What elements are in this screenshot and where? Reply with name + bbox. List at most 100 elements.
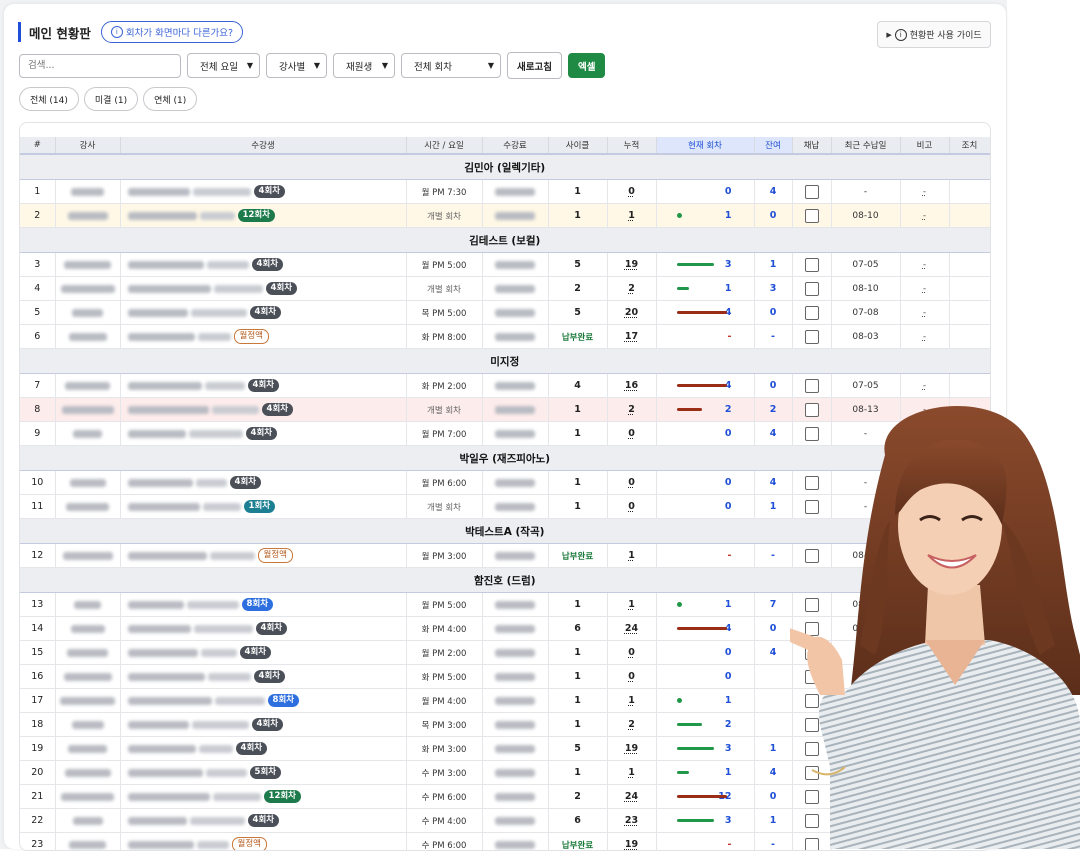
help-pill-button[interactable]: i 회차가 화면마다 다른가요? bbox=[101, 21, 243, 43]
memo-cell[interactable]: - bbox=[900, 325, 949, 349]
cumulative-cell[interactable]: 19 bbox=[607, 737, 656, 761]
unpaid-checkbox[interactable] bbox=[805, 282, 819, 296]
action-cell[interactable] bbox=[949, 325, 990, 349]
teacher-select[interactable]: 강사별▼ bbox=[266, 53, 327, 78]
student-cell[interactable]: 12회차 bbox=[120, 785, 406, 809]
refresh-button[interactable]: 새로고침 bbox=[507, 52, 562, 79]
student-cell[interactable]: 4회차 bbox=[120, 713, 406, 737]
student-cell[interactable]: 4회차 bbox=[120, 617, 406, 641]
unpaid-cell[interactable] bbox=[792, 277, 831, 301]
student-cell[interactable]: 4회차 bbox=[120, 737, 406, 761]
cumulative-cell[interactable]: 2 bbox=[607, 277, 656, 301]
action-cell[interactable] bbox=[949, 204, 990, 228]
unpaid-cell[interactable] bbox=[792, 374, 831, 398]
memo-link[interactable]: - bbox=[923, 308, 926, 318]
student-cell[interactable]: 4회차 bbox=[120, 471, 406, 495]
unpaid-cell[interactable] bbox=[792, 180, 831, 204]
memo-cell[interactable]: - bbox=[900, 180, 949, 204]
student-cell[interactable]: 12회차 bbox=[120, 204, 406, 228]
memo-cell[interactable]: - bbox=[900, 374, 949, 398]
chip-all[interactable]: 전체 (14) bbox=[19, 87, 79, 111]
cumulative-cell[interactable]: 24 bbox=[607, 617, 656, 641]
memo-cell[interactable]: - bbox=[900, 301, 949, 325]
action-cell[interactable] bbox=[949, 277, 990, 301]
table-row[interactable]: 2 12회차 개별 회차 1 1 1 0 08-10 - bbox=[20, 204, 990, 228]
cumulative-cell[interactable]: 20 bbox=[607, 301, 656, 325]
student-cell[interactable]: 월정액 bbox=[120, 544, 406, 568]
unpaid-checkbox[interactable] bbox=[805, 306, 819, 320]
student-cell[interactable]: 8회차 bbox=[120, 689, 406, 713]
guide-button[interactable]: ▶ i 현황판 사용 가이드 bbox=[877, 21, 991, 48]
action-cell[interactable] bbox=[949, 253, 990, 277]
chip-unsettled[interactable]: 미결 (1) bbox=[84, 87, 138, 111]
table-row[interactable]: 4 4회차 개별 회차 2 2 1 3 08-10 - bbox=[20, 277, 990, 301]
cumulative-cell[interactable]: 2 bbox=[607, 398, 656, 422]
student-cell[interactable]: 4회차 bbox=[120, 665, 406, 689]
unpaid-cell[interactable] bbox=[792, 253, 831, 277]
cumulative-cell[interactable]: 1 bbox=[607, 593, 656, 617]
action-cell[interactable] bbox=[949, 180, 990, 204]
unpaid-checkbox[interactable] bbox=[805, 185, 819, 199]
cumulative-cell[interactable]: 1 bbox=[607, 689, 656, 713]
cumulative-cell[interactable]: 0 bbox=[607, 495, 656, 519]
student-cell[interactable]: 5회차 bbox=[120, 761, 406, 785]
cumulative-cell[interactable]: 19 bbox=[607, 253, 656, 277]
cumulative-cell[interactable]: 0 bbox=[607, 665, 656, 689]
memo-link[interactable]: - bbox=[923, 284, 926, 294]
cumulative-cell[interactable]: 17 bbox=[607, 325, 656, 349]
cumulative-cell[interactable]: 1 bbox=[607, 544, 656, 568]
table-row[interactable]: 3 4회차 월 PM 5:00 5 19 3 1 07-05 - bbox=[20, 253, 990, 277]
student-cell[interactable]: 월정액 bbox=[120, 325, 406, 349]
student-cell[interactable]: 1회차 bbox=[120, 495, 406, 519]
action-cell[interactable] bbox=[949, 374, 990, 398]
cumulative-cell[interactable]: 24 bbox=[607, 785, 656, 809]
memo-link[interactable]: - bbox=[923, 187, 926, 197]
student-cell[interactable]: 4회차 bbox=[120, 180, 406, 204]
student-cell[interactable]: 4회차 bbox=[120, 374, 406, 398]
search-input[interactable] bbox=[19, 54, 181, 78]
memo-cell[interactable]: - bbox=[900, 253, 949, 277]
student-cell[interactable]: 4회차 bbox=[120, 301, 406, 325]
student-cell[interactable]: 4회차 bbox=[120, 398, 406, 422]
status-select[interactable]: 재원생▼ bbox=[333, 53, 395, 78]
cumulative-cell[interactable]: 0 bbox=[607, 471, 656, 495]
student-cell[interactable]: 4회차 bbox=[120, 809, 406, 833]
student-cell[interactable]: 4회차 bbox=[120, 422, 406, 446]
memo-cell[interactable]: - bbox=[900, 204, 949, 228]
unpaid-checkbox[interactable] bbox=[805, 379, 819, 393]
chip-overdue[interactable]: 연체 (1) bbox=[143, 87, 197, 111]
unpaid-cell[interactable] bbox=[792, 301, 831, 325]
day-select[interactable]: 전체 요일▼ bbox=[187, 53, 260, 78]
student-cell[interactable]: 4회차 bbox=[120, 253, 406, 277]
cumulative-cell[interactable]: 1 bbox=[607, 204, 656, 228]
unpaid-checkbox[interactable] bbox=[805, 209, 819, 223]
cumulative-cell[interactable]: 2 bbox=[607, 713, 656, 737]
table-row[interactable]: 5 4회차 목 PM 5:00 5 20 4 0 07-08 - bbox=[20, 301, 990, 325]
cumulative-cell[interactable]: 0 bbox=[607, 641, 656, 665]
student-cell[interactable]: 8회차 bbox=[120, 593, 406, 617]
unpaid-checkbox[interactable] bbox=[805, 258, 819, 272]
student-cell[interactable]: 월정액 bbox=[120, 833, 406, 851]
table-row[interactable]: 6 월정액 화 PM 8:00 납부완료 17 - - 08-03 - bbox=[20, 325, 990, 349]
unpaid-cell[interactable] bbox=[792, 204, 831, 228]
student-cell[interactable]: 4회차 bbox=[120, 641, 406, 665]
memo-link[interactable]: - bbox=[923, 260, 926, 270]
cumulative-cell[interactable]: 23 bbox=[607, 809, 656, 833]
memo-link[interactable]: - bbox=[923, 211, 926, 221]
unpaid-cell[interactable] bbox=[792, 325, 831, 349]
memo-cell[interactable]: - bbox=[900, 277, 949, 301]
cumulative-cell[interactable]: 1 bbox=[607, 761, 656, 785]
action-cell[interactable] bbox=[949, 301, 990, 325]
unpaid-checkbox[interactable] bbox=[805, 330, 819, 344]
table-row[interactable]: 1 4회차 월 PM 7:30 1 0 0 4 - - bbox=[20, 180, 990, 204]
cumulative-cell[interactable]: 0 bbox=[607, 180, 656, 204]
cumulative-cell[interactable]: 19 bbox=[607, 833, 656, 851]
cumulative-cell[interactable]: 16 bbox=[607, 374, 656, 398]
student-cell[interactable]: 4회차 bbox=[120, 277, 406, 301]
table-row[interactable]: 7 4회차 화 PM 2:00 4 16 4 0 07-05 - bbox=[20, 374, 990, 398]
memo-link[interactable]: - bbox=[923, 332, 926, 342]
cumulative-cell[interactable]: 0 bbox=[607, 422, 656, 446]
memo-link[interactable]: - bbox=[923, 381, 926, 391]
excel-button[interactable]: 엑셀 bbox=[568, 53, 605, 78]
session-select[interactable]: 전체 회차▼ bbox=[401, 53, 501, 78]
